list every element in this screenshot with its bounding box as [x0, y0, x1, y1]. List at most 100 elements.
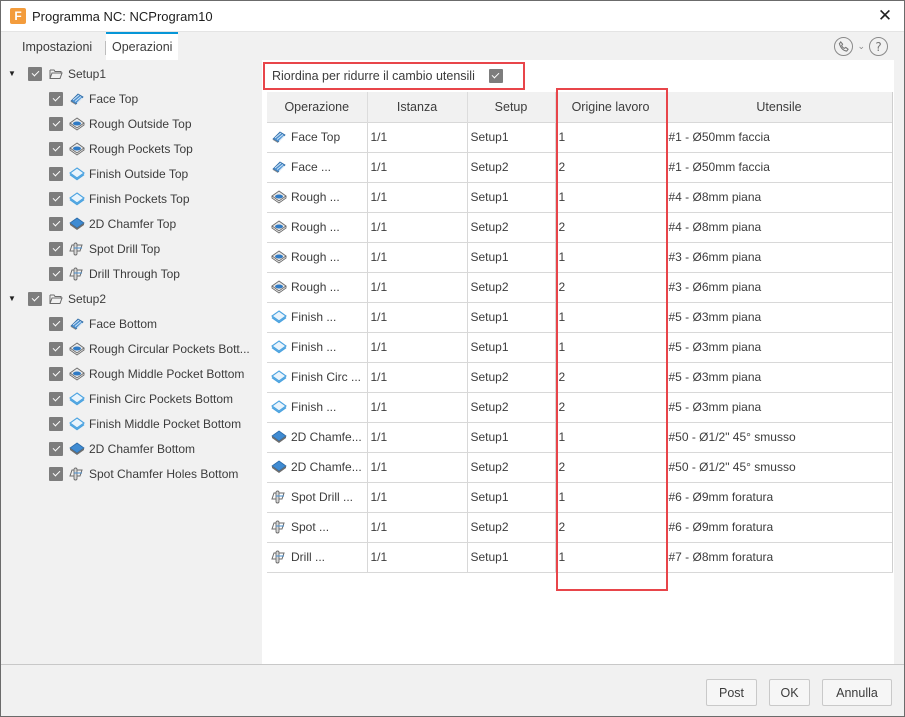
- operation-checkbox[interactable]: [49, 241, 63, 256]
- table-row[interactable]: Spot ... 1/1 Setup2 2 #6 - Ø9mm foratura: [267, 511, 893, 542]
- tree-operation-item[interactable]: Face Bottom: [49, 311, 157, 336]
- cell-origine-lavoro[interactable]: 1: [555, 121, 667, 152]
- cell-operazione[interactable]: Finish ...: [267, 331, 368, 362]
- reorder-checkbox[interactable]: [488, 69, 503, 83]
- table-row[interactable]: Face ... 1/1 Setup2 2 #1 - Ø50mm faccia: [267, 151, 893, 182]
- operation-checkbox[interactable]: [49, 341, 63, 356]
- tab-operazioni[interactable]: Operazioni: [106, 32, 179, 61]
- table-row[interactable]: Finish ... 1/1 Setup1 1 #5 - Ø3mm piana: [267, 301, 893, 332]
- question-icon[interactable]: ?: [869, 37, 888, 56]
- operation-checkbox[interactable]: [49, 191, 63, 206]
- ok-button[interactable]: OK: [769, 679, 810, 706]
- cell-origine-lavoro[interactable]: 1: [555, 421, 667, 452]
- operations-table: Operazione Istanza Setup Origine lavoro …: [267, 92, 893, 573]
- cell-origine-lavoro[interactable]: 2: [555, 211, 667, 242]
- operation-checkbox[interactable]: [49, 116, 63, 131]
- table-row[interactable]: Rough ... 1/1 Setup1 1 #3 - Ø6mm piana: [267, 241, 893, 272]
- table-row[interactable]: Rough ... 1/1 Setup2 2 #3 - Ø6mm piana: [267, 271, 893, 302]
- cell-operazione[interactable]: Face ...: [267, 151, 368, 182]
- expand-arrow-icon[interactable]: ▼: [7, 69, 17, 78]
- tree-operation-item[interactable]: Rough Circular Pockets Bott...: [49, 336, 250, 361]
- cell-operazione[interactable]: Rough ...: [267, 211, 368, 242]
- expand-arrow-icon[interactable]: ▼: [7, 294, 17, 303]
- tree-operation-item[interactable]: Rough Middle Pocket Bottom: [49, 361, 244, 386]
- tree-operation-item[interactable]: Rough Outside Top: [49, 111, 192, 136]
- cell-origine-lavoro[interactable]: 2: [555, 151, 667, 182]
- operation-checkbox[interactable]: [49, 141, 63, 156]
- column-header-setup[interactable]: Setup: [467, 92, 556, 122]
- operation-checkbox[interactable]: [49, 441, 63, 456]
- table-row[interactable]: Face Top 1/1 Setup1 1 #1 - Ø50mm faccia: [267, 121, 893, 152]
- cell-istanza: 1/1: [367, 151, 468, 182]
- setup-checkbox[interactable]: [28, 66, 42, 81]
- table-row[interactable]: Finish ... 1/1 Setup1 1 #5 - Ø3mm piana: [267, 331, 893, 362]
- tree-operation-item[interactable]: Spot Chamfer Holes Bottom: [49, 461, 238, 486]
- tree-operation-item[interactable]: Finish Circ Pockets Bottom: [49, 386, 233, 411]
- tab-impostazioni[interactable]: Impostazioni: [16, 32, 98, 61]
- setup-checkbox[interactable]: [28, 291, 42, 306]
- cell-istanza: 1/1: [367, 361, 468, 392]
- operation-checkbox[interactable]: [49, 391, 63, 406]
- post-button[interactable]: Post: [706, 679, 757, 706]
- tree-setup-setup1[interactable]: ▼ Setup1: [7, 61, 106, 86]
- operation-checkbox[interactable]: [49, 316, 63, 331]
- phone-icon[interactable]: [834, 37, 854, 56]
- column-header-operazione[interactable]: Operazione: [267, 92, 368, 122]
- cell-operazione[interactable]: 2D Chamfe...: [267, 421, 368, 452]
- cell-operazione[interactable]: Rough ...: [267, 181, 368, 212]
- cell-operazione[interactable]: Rough ...: [267, 271, 368, 302]
- cancel-button[interactable]: Annulla: [822, 679, 892, 706]
- tree-operation-item[interactable]: Rough Pockets Top: [49, 136, 193, 161]
- tree-operation-item[interactable]: Finish Pockets Top: [49, 186, 190, 211]
- close-icon[interactable]: ✕: [876, 7, 894, 25]
- cell-origine-lavoro[interactable]: 1: [555, 481, 667, 512]
- operation-checkbox[interactable]: [49, 416, 63, 431]
- operation-name: Spot ...: [291, 520, 330, 534]
- cell-operazione[interactable]: Finish ...: [267, 391, 368, 422]
- table-row[interactable]: 2D Chamfe... 1/1 Setup1 1 #50 - Ø1/2" 45° sm…: [267, 421, 893, 452]
- operation-checkbox[interactable]: [49, 216, 63, 231]
- operation-checkbox[interactable]: [49, 91, 63, 106]
- cell-operazione[interactable]: Drill ...: [267, 541, 368, 573]
- tree-operation-item[interactable]: Finish Middle Pocket Bottom: [49, 411, 241, 436]
- tree-operation-item[interactable]: 2D Chamfer Bottom: [49, 436, 195, 461]
- table-row[interactable]: 2D Chamfe... 1/1 Setup2 2 #50 - Ø1/2" 45° sm…: [267, 451, 893, 482]
- operation-checkbox[interactable]: [49, 166, 63, 181]
- tree-operation-item[interactable]: Drill Through Top: [49, 261, 180, 286]
- operation-checkbox[interactable]: [49, 366, 63, 381]
- column-header-origine-lavoro[interactable]: Origine lavoro: [555, 92, 667, 122]
- column-header-utensile[interactable]: Utensile: [666, 92, 893, 122]
- table-row[interactable]: Finish Circ ... 1/1 Setup2 2 #5 - Ø3mm piana: [267, 361, 893, 392]
- cell-origine-lavoro[interactable]: 1: [555, 331, 667, 362]
- cell-origine-lavoro[interactable]: 1: [555, 541, 667, 573]
- cell-operazione[interactable]: Finish ...: [267, 301, 368, 332]
- tree-setup-setup2[interactable]: ▼ Setup2: [7, 286, 106, 311]
- cell-origine-lavoro[interactable]: 1: [555, 181, 667, 212]
- cell-origine-lavoro[interactable]: 2: [555, 391, 667, 422]
- cell-operazione[interactable]: 2D Chamfe...: [267, 451, 368, 482]
- table-row[interactable]: Rough ... 1/1 Setup2 2 #4 - Ø8mm piana: [267, 211, 893, 242]
- tree-operation-item[interactable]: Spot Drill Top: [49, 236, 160, 261]
- operation-checkbox[interactable]: [49, 266, 63, 281]
- cell-operazione[interactable]: Spot ...: [267, 511, 368, 542]
- cell-operazione[interactable]: Rough ...: [267, 241, 368, 272]
- cell-origine-lavoro[interactable]: 2: [555, 451, 667, 482]
- chevron-down-icon[interactable]: ⌄: [857, 42, 865, 52]
- cell-origine-lavoro[interactable]: 2: [555, 361, 667, 392]
- cell-operazione[interactable]: Spot Drill ...: [267, 481, 368, 512]
- tree-operation-item[interactable]: Finish Outside Top: [49, 161, 188, 186]
- cell-operazione[interactable]: Finish Circ ...: [267, 361, 368, 392]
- column-header-istanza[interactable]: Istanza: [367, 92, 468, 122]
- tree-operation-item[interactable]: 2D Chamfer Top: [49, 211, 176, 236]
- table-row[interactable]: Finish ... 1/1 Setup2 2 #5 - Ø3mm piana: [267, 391, 893, 422]
- table-row[interactable]: Spot Drill ... 1/1 Setup1 1 #6 - Ø9mm foratu…: [267, 481, 893, 512]
- cell-operazione[interactable]: Face Top: [267, 121, 368, 152]
- cell-origine-lavoro[interactable]: 1: [555, 301, 667, 332]
- cell-origine-lavoro[interactable]: 2: [555, 271, 667, 302]
- table-row[interactable]: Rough ... 1/1 Setup1 1 #4 - Ø8mm piana: [267, 181, 893, 212]
- operation-checkbox[interactable]: [49, 466, 63, 481]
- cell-origine-lavoro[interactable]: 2: [555, 511, 667, 542]
- tree-operation-item[interactable]: Face Top: [49, 86, 138, 111]
- table-row[interactable]: Drill ... 1/1 Setup1 1 #7 - Ø8mm foratura: [267, 541, 893, 573]
- cell-origine-lavoro[interactable]: 1: [555, 241, 667, 272]
